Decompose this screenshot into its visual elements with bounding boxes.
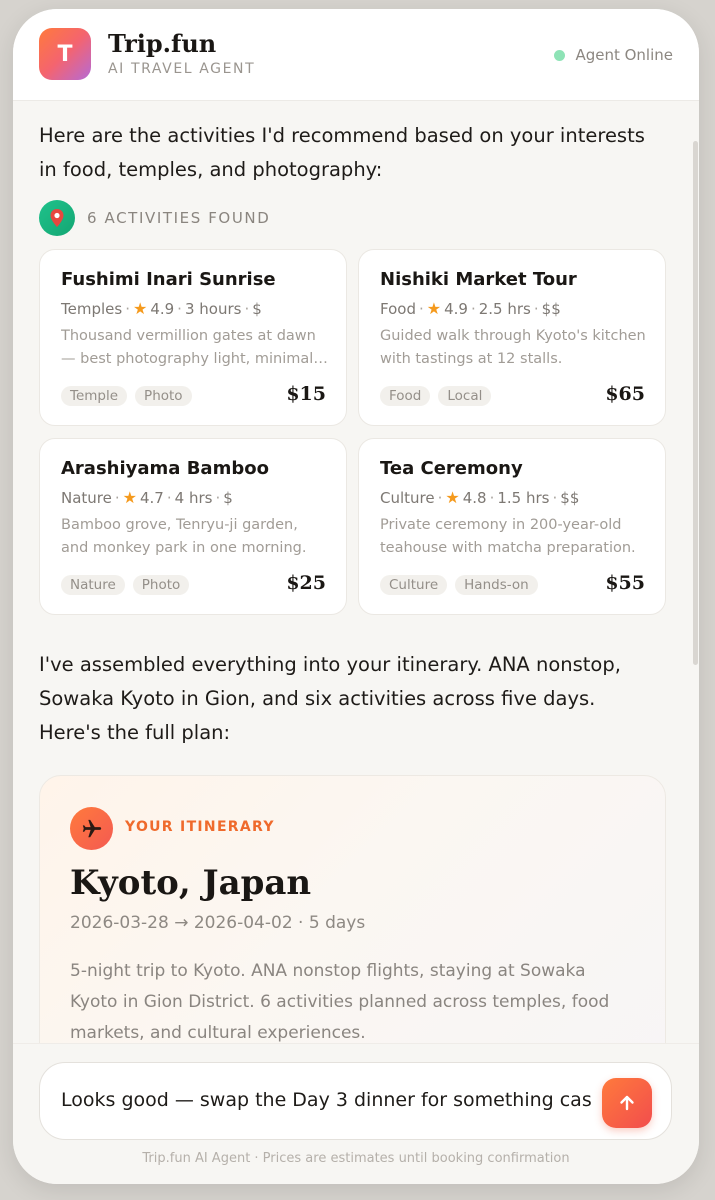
itinerary-length: 5 days (308, 913, 366, 933)
activity-description: Bamboo grove, Tenryu-ji garden, and monk… (61, 517, 307, 556)
agent-status: Agent Online (554, 46, 673, 64)
activity-tag: Nature (61, 575, 125, 595)
activity-duration: 2.5 hrs (478, 299, 531, 318)
activities-found-label: 6 ACTIVITIES FOUND (87, 209, 271, 227)
arrow-up-icon (620, 1095, 634, 1111)
footer-disclaimer: Trip.fun AI Agent · Prices are estimates… (142, 1151, 570, 1166)
activity-tags: Culture Hands-on (380, 575, 538, 595)
activity-duration: 4 hrs (174, 488, 213, 507)
star-icon: ★ (445, 488, 460, 507)
itinerary-dates: 2026-03-28 → 2026-04-02 (70, 913, 293, 933)
activity-price: $25 (286, 572, 326, 594)
activity-cost-level: $ (223, 488, 233, 507)
message-composer: Looks good — swap the Day 3 dinner for s… (13, 1043, 699, 1184)
activity-title: Tea Ceremony (380, 458, 523, 479)
activity-rating: 4.9 (150, 299, 175, 318)
activity-tag: Temple (61, 386, 128, 406)
activity-title: Arashiyama Bamboo (61, 458, 269, 479)
app-subtitle: AI TRAVEL AGENT (108, 61, 256, 77)
activity-card[interactable]: Nishiki Market Tour Food · ★ 4.9 · 2.5 hrs… (358, 249, 666, 426)
chat-thread[interactable]: Here are the activities I'd recommend ba… (13, 101, 699, 1043)
app-window: T Trip.fun AI TRAVEL AGENT Agent Online … (13, 9, 699, 1184)
activity-meta: Temples · ★ 4.9 · 3 hours · $ (61, 299, 262, 318)
activity-tag: Local (438, 386, 492, 406)
send-button[interactable] (602, 1078, 652, 1128)
activity-title: Nishiki Market Tour (380, 269, 577, 290)
activity-meta: Culture · ★ 4.8 · 1.5 hrs · $$ (380, 488, 580, 507)
activities-found-header: 6 ACTIVITIES FOUND (39, 200, 270, 236)
status-dot-icon (554, 49, 566, 61)
airplane-icon (70, 807, 113, 850)
app-logo: T (39, 28, 91, 80)
activity-card[interactable]: Arashiyama Bamboo Nature · ★ 4.7 · 4 hrs · … (39, 438, 347, 615)
activity-meta: Nature · ★ 4.7 · 4 hrs · $ (61, 488, 233, 507)
itinerary-dates-line: 2026-03-28 → 2026-04-02 · 5 days (70, 913, 366, 933)
activity-tags: Food Local (380, 386, 492, 406)
activity-meta: Food · ★ 4.9 · 2.5 hrs · $$ (380, 299, 561, 318)
activity-rating: 4.9 (444, 299, 468, 318)
star-icon: ★ (132, 299, 148, 318)
header: T Trip.fun AI TRAVEL AGENT Agent Online (13, 9, 699, 101)
activity-description: Guided walk through Kyoto's kitchen with… (380, 328, 646, 367)
activity-category: Temples (61, 299, 123, 318)
activity-category: Culture (380, 488, 435, 507)
activity-description: Private ceremony in 200-year-old teahous… (380, 517, 636, 556)
star-icon: ★ (122, 488, 137, 507)
activity-cost-level: $$ (560, 488, 580, 507)
activity-rating: 4.7 (140, 488, 164, 507)
activity-tag: Food (380, 386, 431, 406)
map-pin-icon (39, 200, 75, 236)
itinerary-title: Kyoto, Japan (70, 863, 312, 903)
activity-tags: Nature Photo (61, 575, 190, 595)
activity-cost-level: $ (252, 299, 262, 318)
status-label: Agent Online (575, 46, 673, 64)
itinerary-kicker: YOUR ITINERARY (125, 819, 275, 835)
activity-tag: Photo (135, 386, 192, 406)
activity-tags: Temple Photo (61, 386, 192, 406)
activity-category: Nature (61, 488, 112, 507)
app-title: Trip.fun (108, 29, 217, 58)
activity-price: $65 (605, 383, 645, 405)
activity-price: $15 (286, 383, 326, 405)
activity-card[interactable]: Fushimi Inari Sunrise Temples · ★ 4.9 · 3 … (39, 249, 347, 426)
activity-cost-level: $$ (541, 299, 561, 318)
itinerary-description: 5-night trip to Kyoto. ANA nonstop fligh… (70, 961, 610, 1043)
activity-tag: Photo (132, 575, 190, 595)
agent-message-intro: Here are the activities I'd recommend ba… (39, 124, 645, 181)
activity-description: Thousand vermillion gates at dawn — best… (61, 328, 316, 367)
activity-rating: 4.8 (462, 488, 487, 507)
itinerary-card[interactable]: YOUR ITINERARY Kyoto, Japan 2026-03-28 →… (39, 775, 666, 1043)
scrollbar[interactable] (693, 141, 698, 665)
message-input-box[interactable]: Looks good — swap the Day 3 dinner for s… (39, 1062, 672, 1140)
activity-duration: 3 hours (184, 299, 242, 318)
activity-tag: Culture (380, 575, 448, 595)
activity-card[interactable]: Tea Ceremony Culture · ★ 4.8 · 1.5 hrs · $$… (358, 438, 666, 615)
activity-title: Fushimi Inari Sunrise (61, 269, 276, 290)
activity-price: $55 (605, 572, 645, 594)
message-input[interactable]: Looks good — swap the Day 3 dinner for s… (61, 1089, 591, 1111)
agent-message-summary: I've assembled everything into your itin… (39, 653, 621, 744)
activity-tag: Hands-on (455, 575, 538, 595)
activity-duration: 1.5 hrs (497, 488, 550, 507)
activity-category: Food (380, 299, 416, 318)
star-icon: ★ (426, 299, 442, 318)
